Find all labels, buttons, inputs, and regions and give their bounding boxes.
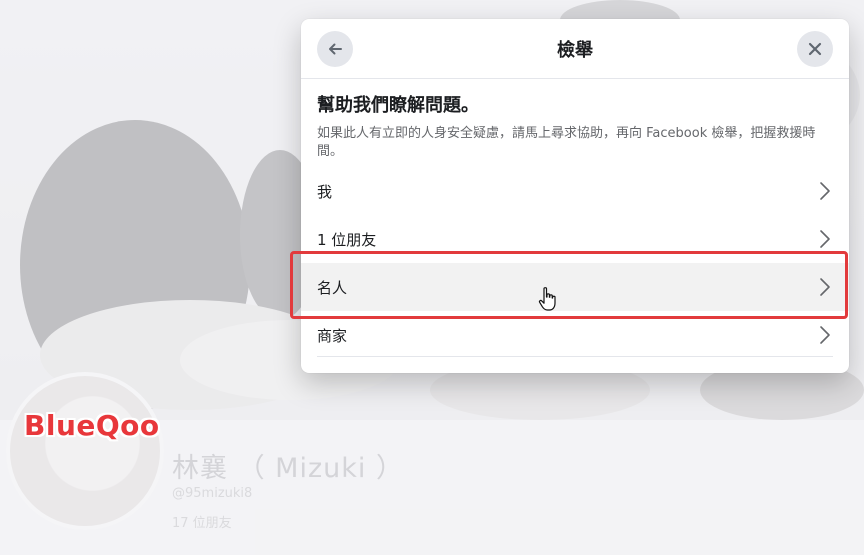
chevron-right-icon — [820, 182, 830, 200]
intro-heading: 幫助我們瞭解問題。 — [317, 95, 479, 116]
intro-description: 如果此人有立即的人身安全疑慮，請馬上尋求協助，再向 Facebook 檢舉，把握… — [317, 126, 816, 159]
dialog-header: 檢舉 — [301, 19, 849, 79]
hand-pointer-icon — [538, 287, 556, 311]
option-label: 我 — [317, 182, 333, 201]
option-label: 1 位朋友 — [317, 230, 377, 249]
profile-handle: @95mizuki8 — [172, 486, 253, 501]
dialog-divider — [317, 356, 833, 357]
close-icon — [808, 42, 822, 56]
profile-name: 林襄 （ Mizuki ） — [172, 453, 404, 484]
chevron-right-icon — [820, 230, 830, 248]
profile-friend-count: 17 位朋友 — [172, 516, 232, 531]
option-label: 商家 — [317, 326, 348, 345]
report-dialog: 檢舉 幫助我們瞭解問題。 如果此人有立即的人身安全疑慮，請馬上尋求協助，再向 F… — [301, 19, 849, 373]
annotation-highlight-box — [290, 251, 848, 319]
chevron-right-icon — [820, 326, 830, 344]
close-button[interactable] — [797, 31, 833, 67]
watermark-logo: BlueQoo — [24, 409, 160, 442]
option-me[interactable]: 我 — [301, 167, 849, 215]
dialog-title: 檢舉 — [557, 40, 593, 61]
dialog-intro: 幫助我們瞭解問題。 如果此人有立即的人身安全疑慮，請馬上尋求協助，再向 Face… — [301, 79, 849, 161]
